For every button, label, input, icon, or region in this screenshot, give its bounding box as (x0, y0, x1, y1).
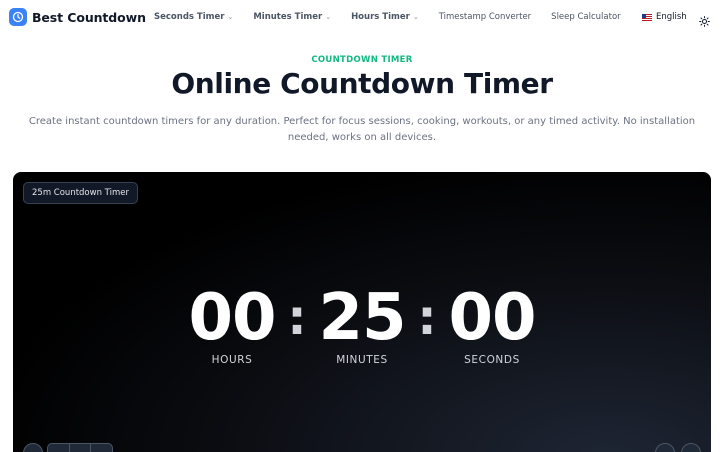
nav-label: Hours Timer (351, 12, 410, 22)
minutes-unit: 25 MINUTES (312, 282, 412, 366)
main-nav: Seconds Timer ⌄ Minutes Timer ⌄ Hours Ti… (154, 12, 641, 22)
play-button[interactable] (23, 443, 43, 452)
nav-label: Seconds Timer (154, 12, 225, 22)
minutes-label: MINUTES (336, 354, 388, 366)
control-button[interactable] (48, 444, 70, 452)
top-nav: Best Countdown Seconds Timer ⌄ Minutes T… (0, 0, 724, 36)
chevron-down-icon: ⌄ (412, 13, 419, 21)
language-label: English (656, 12, 687, 22)
separator: : (287, 290, 307, 346)
minutes-value: 25 (318, 281, 406, 355)
nav-seconds-timer[interactable]: Seconds Timer ⌄ (154, 12, 233, 22)
timer-controls-group (47, 443, 113, 452)
chevron-down-icon: ⌄ (227, 13, 234, 21)
fullscreen-button[interactable] (681, 443, 701, 452)
brand-link[interactable]: Best Countdown (9, 8, 146, 26)
seconds-label: SECONDS (464, 354, 520, 366)
control-button[interactable] (91, 444, 112, 452)
nav-label: Timestamp Converter (438, 12, 532, 22)
brand-name: Best Countdown (32, 9, 146, 25)
separator: : (417, 290, 437, 346)
nav-sleep-calculator[interactable]: Sleep Calculator (551, 12, 620, 22)
nav-minutes-timer[interactable]: Minutes Timer ⌄ (253, 12, 331, 22)
nav-timestamp-converter[interactable]: Timestamp Converter (439, 12, 531, 22)
settings-button[interactable] (655, 443, 675, 452)
seconds-value: 00 (448, 281, 536, 355)
timer-display: 00 HOURS : 25 MINUTES : 00 SECONDS (13, 282, 711, 366)
nav-label: Minutes Timer (253, 12, 323, 22)
sun-icon[interactable] (699, 12, 710, 27)
timer-preset-badge: 25m Countdown Timer (23, 182, 138, 204)
language-selector[interactable]: English (642, 12, 687, 22)
eyebrow-label: COUNTDOWN TIMER (311, 55, 413, 65)
seconds-unit: 00 SECONDS (442, 282, 542, 366)
hours-value: 00 (188, 281, 276, 355)
timer-card: 25m Countdown Timer 00 HOURS : 25 MINUTE… (13, 172, 711, 452)
flag-us-icon (642, 13, 652, 21)
hours-unit: 00 HOURS (182, 282, 282, 366)
page-title: Online Countdown Timer (171, 67, 553, 100)
page-description: Create instant countdown timers for any … (28, 116, 696, 143)
nav-hours-timer[interactable]: Hours Timer ⌄ (351, 12, 419, 22)
chevron-down-icon: ⌄ (325, 13, 332, 21)
control-button[interactable] (70, 444, 92, 452)
nav-label: Sleep Calculator (551, 12, 621, 22)
hours-label: HOURS (211, 354, 253, 366)
clock-icon (9, 8, 27, 26)
